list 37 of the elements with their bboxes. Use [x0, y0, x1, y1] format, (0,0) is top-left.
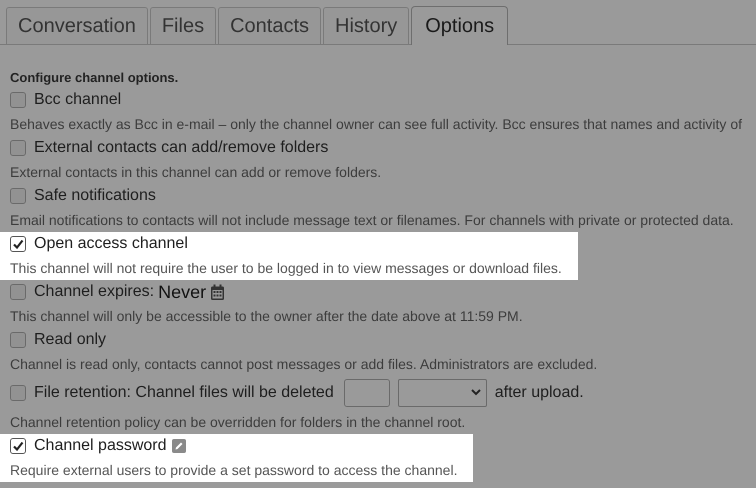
caret-icon: [470, 389, 481, 396]
option-label: Bcc channel: [34, 90, 122, 110]
option-description: This channel will only be accessible to the owner after the date above at 11:59 PM.: [10, 307, 524, 326]
checkbox[interactable]: [10, 188, 26, 204]
option-description: Behaves exactly as Bcc in e-mail – only the channel owner can see full activity. Bcc ensures that names and activity of: [10, 115, 743, 134]
checkbox[interactable]: [10, 332, 26, 348]
checkbox[interactable]: [10, 438, 26, 454]
checkbox[interactable]: [10, 384, 26, 400]
checkbox[interactable]: [10, 284, 26, 300]
option-label: after upload.: [494, 382, 584, 402]
tab[interactable]: Options: [411, 6, 508, 45]
option-label: Channel password: [34, 436, 167, 456]
option-label: Read only: [34, 330, 106, 350]
tab[interactable]: Files: [150, 7, 216, 44]
option-description: Channel is read only, contacts cannot post messages or add files. Administrators are excluded.: [10, 355, 598, 374]
option-description: External contacts in this channel can add or remove folders.: [10, 163, 382, 182]
edit-icon[interactable]: [172, 439, 186, 453]
tab[interactable]: History: [323, 7, 410, 44]
tab[interactable]: Contacts: [218, 7, 322, 44]
option-description: Require external users to provide a set password to access the channel.: [10, 461, 458, 480]
number-field[interactable]: [344, 378, 390, 406]
option-label: File retention: Channel files will be deleted: [34, 382, 334, 402]
tab[interactable]: Conversation: [6, 7, 148, 44]
unit-dropdown[interactable]: [398, 378, 487, 406]
section-heading: Configure channel options.: [10, 69, 180, 87]
calendar-icon[interactable]: [210, 284, 226, 300]
checkbox[interactable]: [10, 140, 26, 156]
option-description: This channel will not require the user to be logged in to view messages or download files.: [10, 259, 562, 278]
option-label: Safe notifications: [34, 186, 156, 206]
checkbox[interactable]: [10, 92, 26, 108]
checkbox[interactable]: [10, 236, 26, 252]
option-description: Channel retention policy can be overridden for folders in the channel root.: [10, 413, 466, 432]
option-label: Channel expires:: [34, 282, 154, 302]
date-link[interactable]: Never: [158, 278, 206, 306]
option-description: Email notifications to contacts will not include message text or filenames. For channels with private or protected data.: [10, 211, 735, 230]
option-label: Open access channel: [34, 234, 188, 254]
option-label: External contacts can add/remove folders: [34, 138, 328, 158]
